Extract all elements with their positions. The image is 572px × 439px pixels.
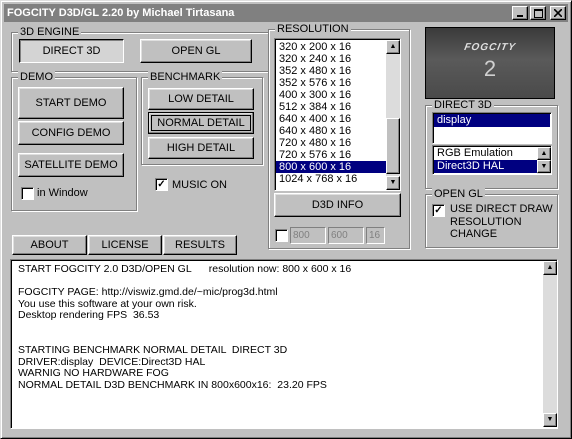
resolution-item[interactable]: 720 x 576 x 16 xyxy=(276,149,386,161)
logo-number: 2 xyxy=(483,56,497,81)
resolution-item[interactable]: 320 x 240 x 16 xyxy=(276,53,386,65)
fogcity-logo: FOGCITY 2 xyxy=(425,27,555,99)
start-demo-button[interactable]: START DEMO xyxy=(18,87,124,119)
arrow-down-icon[interactable]: ▼ xyxy=(537,160,551,173)
resolution-listbox[interactable]: 320 x 200 x 16 320 x 240 x 16 352 x 480 x … xyxy=(274,38,401,191)
log-line: NORMAL DETAIL D3D BENCHMARK IN 800x600x1… xyxy=(18,378,327,391)
satellite-demo-button[interactable]: SATELLITE DEMO xyxy=(18,153,124,177)
resolution-item[interactable]: 512 x 384 x 16 xyxy=(276,101,386,113)
window-title: FOGCITY D3D/GL 2.20 by Michael Tirtasana xyxy=(7,7,235,19)
resolution-item[interactable]: 400 x 300 x 16 xyxy=(276,89,386,101)
device-scrollbar[interactable]: ▲ ▼ xyxy=(537,147,551,174)
arrow-down-icon[interactable]: ▼ xyxy=(386,176,400,190)
benchmark-group-label: BENCHMARK xyxy=(148,71,223,83)
arrow-up-icon[interactable]: ▲ xyxy=(543,261,557,275)
log-line: START FOGCITY 2.0 D3D/OPEN GL resolution… xyxy=(18,263,352,275)
low-detail-button[interactable]: LOW DETAIL xyxy=(148,88,254,110)
resolution-scrollbar[interactable]: ▲ ▼ xyxy=(386,40,400,190)
custom-bpp-input[interactable]: 16 xyxy=(366,227,385,244)
log-scrollbar[interactable]: ▲ ▼ xyxy=(543,261,557,427)
music-on-checkbox[interactable]: ✓ xyxy=(155,178,168,191)
use-direct-draw-checkbox[interactable]: ✓ xyxy=(432,204,445,217)
custom-width-input[interactable]: 800 xyxy=(290,227,326,244)
opengl-engine-button[interactable]: OPEN GL xyxy=(140,39,252,63)
music-on-label: MUSIC ON xyxy=(172,179,227,191)
demo-group-label: DEMO xyxy=(18,71,55,83)
high-detail-button[interactable]: HIGH DETAIL xyxy=(148,137,254,159)
custom-height-input[interactable]: 600 xyxy=(328,227,364,244)
resolution-item[interactable]: 352 x 576 x 16 xyxy=(276,77,386,89)
close-icon[interactable] xyxy=(550,6,566,20)
engine-group-label: 3D ENGINE xyxy=(18,26,82,38)
custom-resolution-checkbox[interactable] xyxy=(275,229,288,242)
title-bar[interactable]: FOGCITY D3D/GL 2.20 by Michael Tirtasana xyxy=(4,4,568,22)
resolution-group-label: RESOLUTION xyxy=(275,23,351,35)
arrow-up-icon[interactable]: ▲ xyxy=(386,40,400,54)
use-direct-draw-label: USE DIRECT DRAW RESOLUTION CHANGE xyxy=(450,203,553,240)
resolution-item[interactable]: 720 x 480 x 16 xyxy=(276,137,386,149)
device-listbox[interactable]: RGB Emulation Direct3D HAL ▲ ▼ xyxy=(432,145,552,175)
driver-item[interactable]: display xyxy=(434,114,550,127)
resolution-item[interactable]: 352 x 480 x 16 xyxy=(276,65,386,77)
results-button[interactable]: RESULTS xyxy=(163,235,237,255)
resolution-item[interactable]: 640 x 480 x 16 xyxy=(276,125,386,137)
resolution-item[interactable]: 640 x 400 x 16 xyxy=(276,113,386,125)
direct3d-group-label: DIRECT 3D xyxy=(432,99,494,111)
minimize-icon[interactable] xyxy=(512,6,528,20)
device-item[interactable]: Direct3D HAL xyxy=(434,160,537,173)
license-button[interactable]: LICENSE xyxy=(88,235,162,255)
logo-text: FOGCITY xyxy=(463,42,517,53)
arrow-up-icon[interactable]: ▲ xyxy=(537,147,551,160)
log-line: STARTING BENCHMARK NORMAL DETAIL DIRECT … xyxy=(18,344,288,357)
in-window-label: in Window xyxy=(37,187,88,199)
log-line: Desktop rendering FPS 36.53 xyxy=(18,309,160,322)
driver-listbox[interactable]: display xyxy=(432,112,552,144)
device-item[interactable]: RGB Emulation xyxy=(434,147,537,160)
log-console[interactable]: START FOGCITY 2.0 D3D/OPEN GL resolution… xyxy=(10,259,558,429)
resolution-item[interactable]: 800 x 600 x 16 xyxy=(276,161,386,173)
resolution-scroll-thumb[interactable] xyxy=(386,118,400,174)
about-button[interactable]: ABOUT xyxy=(12,235,87,255)
normal-detail-button[interactable]: NORMAL DETAIL xyxy=(148,112,254,134)
direct3d-engine-button[interactable]: DIRECT 3D xyxy=(19,39,124,63)
in-window-checkbox[interactable] xyxy=(21,187,34,200)
main-window: FOGCITY D3D/GL 2.20 by Michael Tirtasana… xyxy=(0,0,572,439)
arrow-down-icon[interactable]: ▼ xyxy=(543,413,557,427)
maximize-icon[interactable] xyxy=(530,6,546,20)
resolution-item[interactable]: 1024 x 768 x 16 xyxy=(276,173,386,185)
opengl-group-label: OPEN GL xyxy=(432,188,485,200)
d3d-info-button[interactable]: D3D INFO xyxy=(274,193,401,217)
resolution-item[interactable]: 320 x 200 x 16 xyxy=(276,41,386,53)
config-demo-button[interactable]: CONFIG DEMO xyxy=(18,121,124,145)
